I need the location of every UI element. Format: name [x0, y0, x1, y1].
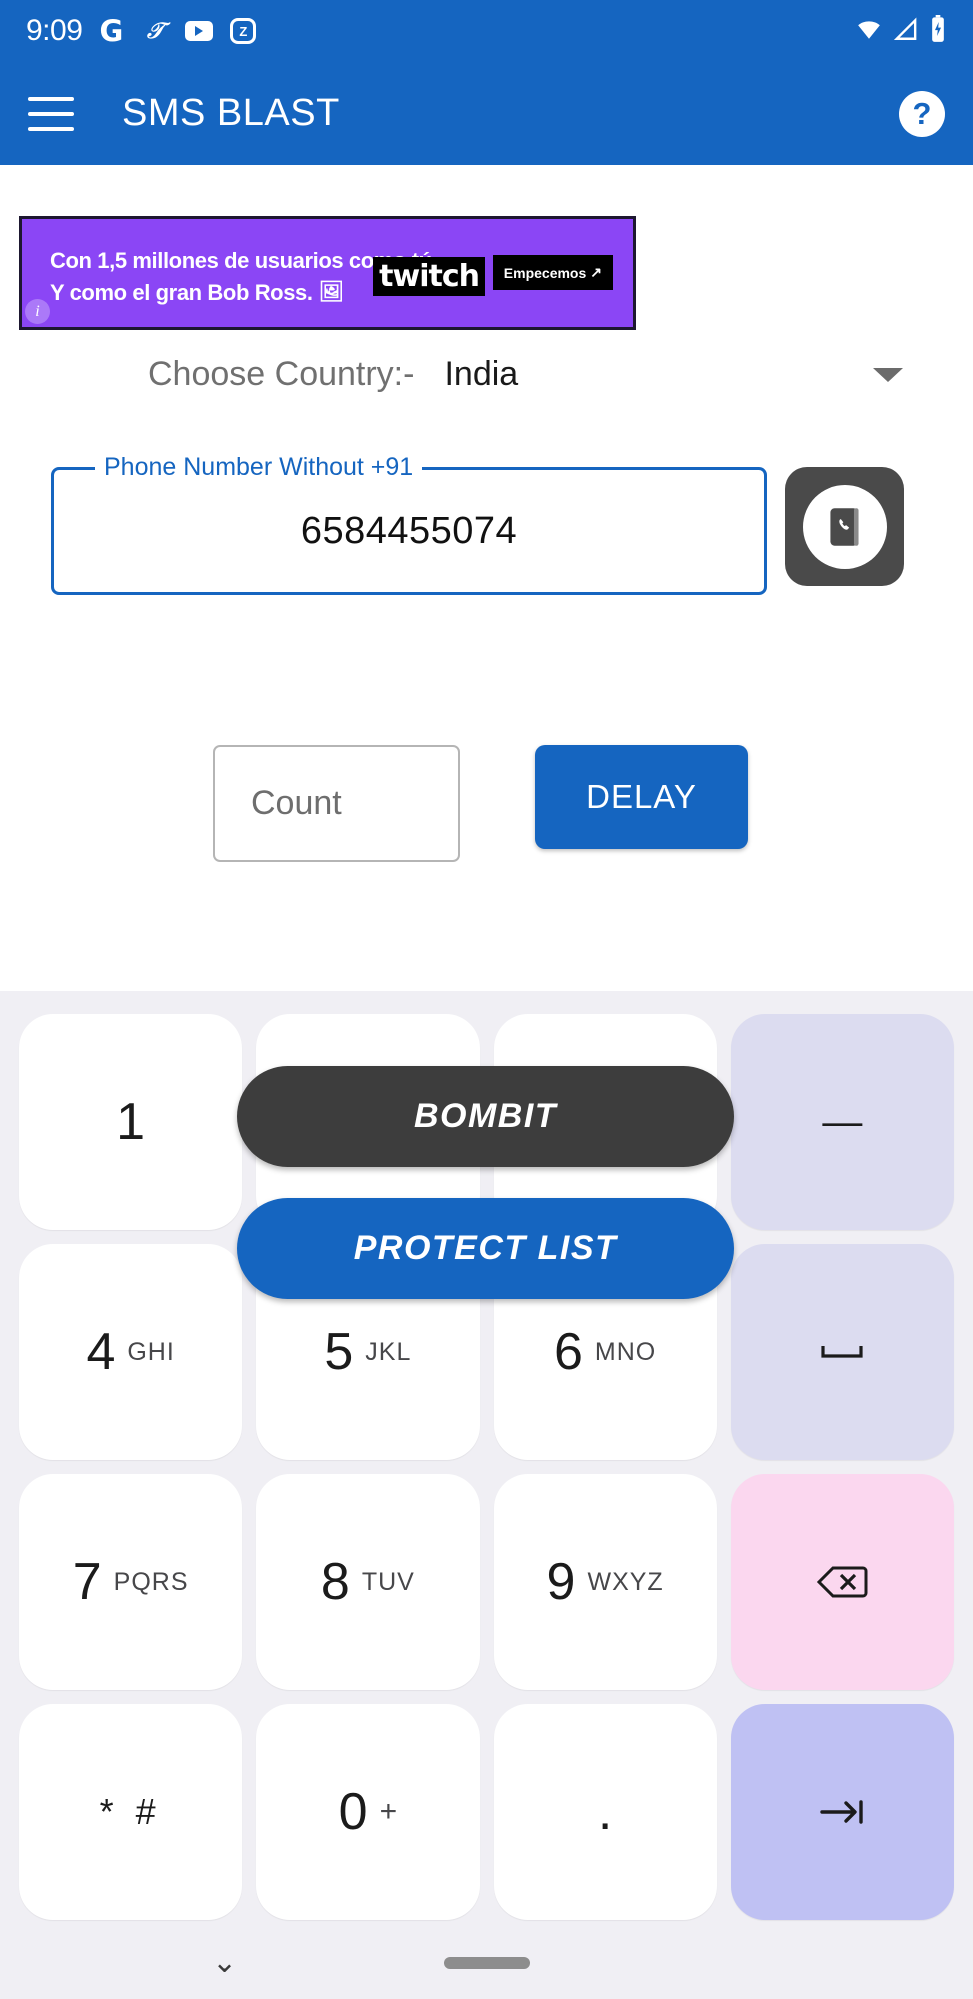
phone-number-row: Phone Number Without +91 6584455074 [51, 467, 904, 595]
key-symbols[interactable]: * # [19, 1704, 242, 1920]
key-7[interactable]: 7 PQRS [19, 1474, 242, 1690]
chevron-down-icon[interactable] [873, 368, 903, 382]
key-digit: 5 [324, 1326, 353, 1378]
ad-line-2: Y como el gran Bob Ross. [50, 277, 313, 309]
dash-icon: — [822, 1102, 862, 1142]
ad-cta-button[interactable]: Empecemos ↗ [493, 255, 613, 290]
contact-icon-circle [803, 485, 887, 569]
main-content: Con 1,5 millones de usuarios como tú. Y … [0, 165, 973, 991]
count-placeholder: Count [251, 784, 342, 823]
key-letters: JKL [365, 1338, 411, 1367]
key-9[interactable]: 9 WXYZ [494, 1474, 717, 1690]
phone-number-value[interactable]: 6584455074 [301, 510, 517, 553]
key-8[interactable]: 8 TUV [256, 1474, 479, 1690]
signal-icon [893, 16, 920, 47]
key-0[interactable]: 0+ [256, 1704, 479, 1920]
country-value[interactable]: India [444, 355, 518, 394]
key-digit: 4 [86, 1326, 115, 1378]
contact-picker-button[interactable] [785, 467, 904, 586]
battery-icon [929, 15, 947, 48]
keypad-row: * #0+. [12, 1697, 961, 1927]
country-label: Choose Country:- [148, 355, 414, 394]
key-digit: 0 [339, 1786, 368, 1838]
phone-number-field[interactable]: Phone Number Without +91 6584455074 [51, 467, 767, 595]
status-bar: 9:09 G 𝒯 [0, 0, 973, 62]
screenshot-icon [228, 16, 258, 46]
ad-info-icon[interactable]: i [25, 299, 50, 324]
backspace-icon [815, 1562, 869, 1602]
ad-banner[interactable]: Con 1,5 millones de usuarios como tú. Y … [19, 216, 636, 330]
app-root: 9:09 G 𝒯 SMS BLAST ? [0, 0, 973, 1999]
key-space[interactable] [731, 1244, 954, 1460]
youtube-icon [184, 16, 214, 46]
page-title: SMS BLAST [122, 92, 340, 135]
truecaller-icon: 𝒯 [140, 16, 170, 46]
space-icon [819, 1340, 865, 1364]
key-letters: MNO [595, 1338, 656, 1367]
count-input[interactable]: Count [213, 745, 460, 862]
key-backspace[interactable] [731, 1474, 954, 1690]
phone-number-legend: Phone Number Without +91 [95, 453, 422, 482]
key-1[interactable]: 1 [19, 1014, 242, 1230]
tab-arrow-icon [816, 1795, 868, 1829]
key-dash[interactable]: — [731, 1014, 954, 1230]
key-tab[interactable] [731, 1704, 954, 1920]
external-link-icon: ↗ [590, 264, 602, 281]
key-letters: + [380, 1795, 398, 1829]
key-letters: GHI [127, 1338, 174, 1367]
key-digit: 1 [116, 1096, 145, 1148]
menu-icon[interactable] [28, 97, 74, 131]
status-bar-left: 9:09 G 𝒯 [26, 14, 258, 48]
key-letters: TUV [362, 1568, 415, 1597]
status-clock: 9:09 [26, 14, 82, 48]
contacts-book-icon [820, 502, 870, 552]
google-assistant-icon: G [96, 16, 126, 46]
key-digit: 9 [547, 1556, 576, 1608]
key-digit: 7 [73, 1556, 102, 1608]
protect-list-button[interactable]: PROTECT LIST [237, 1198, 734, 1299]
home-indicator[interactable] [444, 1957, 530, 1969]
key-digit: 8 [321, 1556, 350, 1608]
key-period-label: . [598, 1786, 612, 1838]
key-period[interactable]: . [494, 1704, 717, 1920]
key-letters: PQRS [114, 1568, 189, 1597]
status-bar-right [854, 15, 947, 48]
key-symbols-label: * # [100, 1791, 162, 1833]
key-digit: 6 [554, 1326, 583, 1378]
help-icon[interactable]: ? [899, 91, 945, 137]
bombit-button[interactable]: BOMBIT [237, 1066, 734, 1167]
delay-button[interactable]: DELAY [535, 745, 748, 849]
twitch-logo: twitch [373, 257, 485, 296]
ad-emoji-icon: 🖼 [319, 278, 344, 307]
wifi-icon [854, 16, 884, 47]
collapse-keyboard-icon[interactable]: ⌄ [212, 1948, 237, 1978]
key-letters: WXYZ [587, 1568, 663, 1597]
ad-cta-label: Empecemos [504, 265, 586, 281]
keypad-row: 7 PQRS 8 TUV 9 WXYZ [12, 1467, 961, 1697]
key-4[interactable]: 4 GHI [19, 1244, 242, 1460]
system-nav-bar: ⌄ [0, 1927, 973, 1999]
country-selector-row[interactable]: Choose Country:- India [0, 355, 973, 394]
app-bar: SMS BLAST ? [0, 62, 973, 165]
count-delay-row: Count DELAY [0, 745, 973, 862]
